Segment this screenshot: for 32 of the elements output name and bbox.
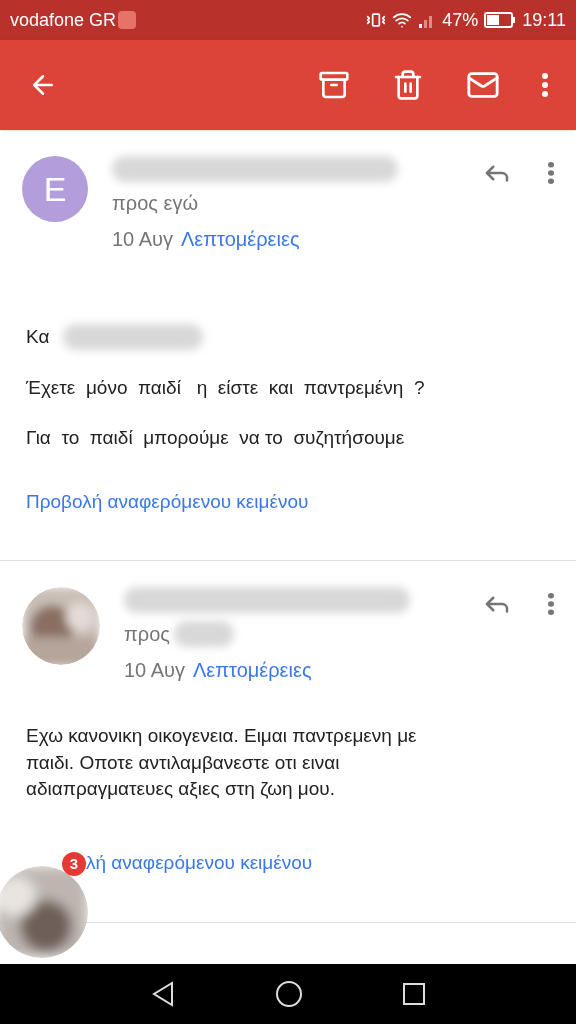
message-text: Κα bbox=[26, 325, 50, 349]
more-icon bbox=[548, 162, 554, 184]
details-link[interactable]: Λεπτομέρειες bbox=[193, 655, 312, 686]
delete-button[interactable] bbox=[392, 69, 424, 101]
avatar: E bbox=[22, 156, 88, 222]
show-quoted-text-link[interactable]: Προβολή αναφερόμενου κειμένου bbox=[26, 487, 309, 517]
wifi-icon bbox=[392, 10, 413, 30]
show-quoted-text-link[interactable]: λή αναφερόμενου κειμένου bbox=[86, 849, 313, 878]
message-text: Για το παιδί μπορούμε να το συζητήσουμε bbox=[26, 426, 405, 451]
battery-percent: 47% bbox=[442, 8, 479, 32]
battery-icon bbox=[484, 11, 517, 29]
trash-icon bbox=[392, 69, 424, 101]
home-nav-icon[interactable] bbox=[275, 980, 303, 1008]
carrier-name: vodafone GR bbox=[10, 8, 117, 32]
vibrate-icon bbox=[366, 10, 387, 30]
recipient-label: προς bbox=[124, 622, 170, 648]
message-text: Εχω κανονικη οικογενεια. Ειμαι παντρεμενη με παιδι. Οποτε αντιλαμβανεστε οτι ειναι αδιαπραγματευες αξιες στη ζωη μου. bbox=[26, 724, 418, 802]
archive-button[interactable] bbox=[318, 69, 350, 101]
redacted-text bbox=[173, 621, 234, 648]
recents-nav-icon[interactable] bbox=[402, 982, 427, 1006]
more-icon bbox=[548, 593, 554, 616]
details-link[interactable]: Λεπτομέρειες bbox=[181, 224, 300, 254]
clock-time: 19:11 bbox=[522, 8, 566, 32]
recipient-label: προς εγώ bbox=[112, 191, 199, 216]
notification-badge: 3 bbox=[62, 852, 86, 876]
message-date: 10 Αυγ bbox=[124, 658, 185, 684]
message-text: Έχετε μόνο παιδί η είστε και παντρεμένη ? bbox=[26, 375, 425, 400]
more-icon bbox=[542, 73, 548, 97]
archive-icon bbox=[318, 69, 350, 101]
message-date: 10 Αυγ bbox=[112, 227, 173, 252]
more-button[interactable] bbox=[542, 73, 548, 97]
inbox-icon bbox=[118, 11, 137, 29]
